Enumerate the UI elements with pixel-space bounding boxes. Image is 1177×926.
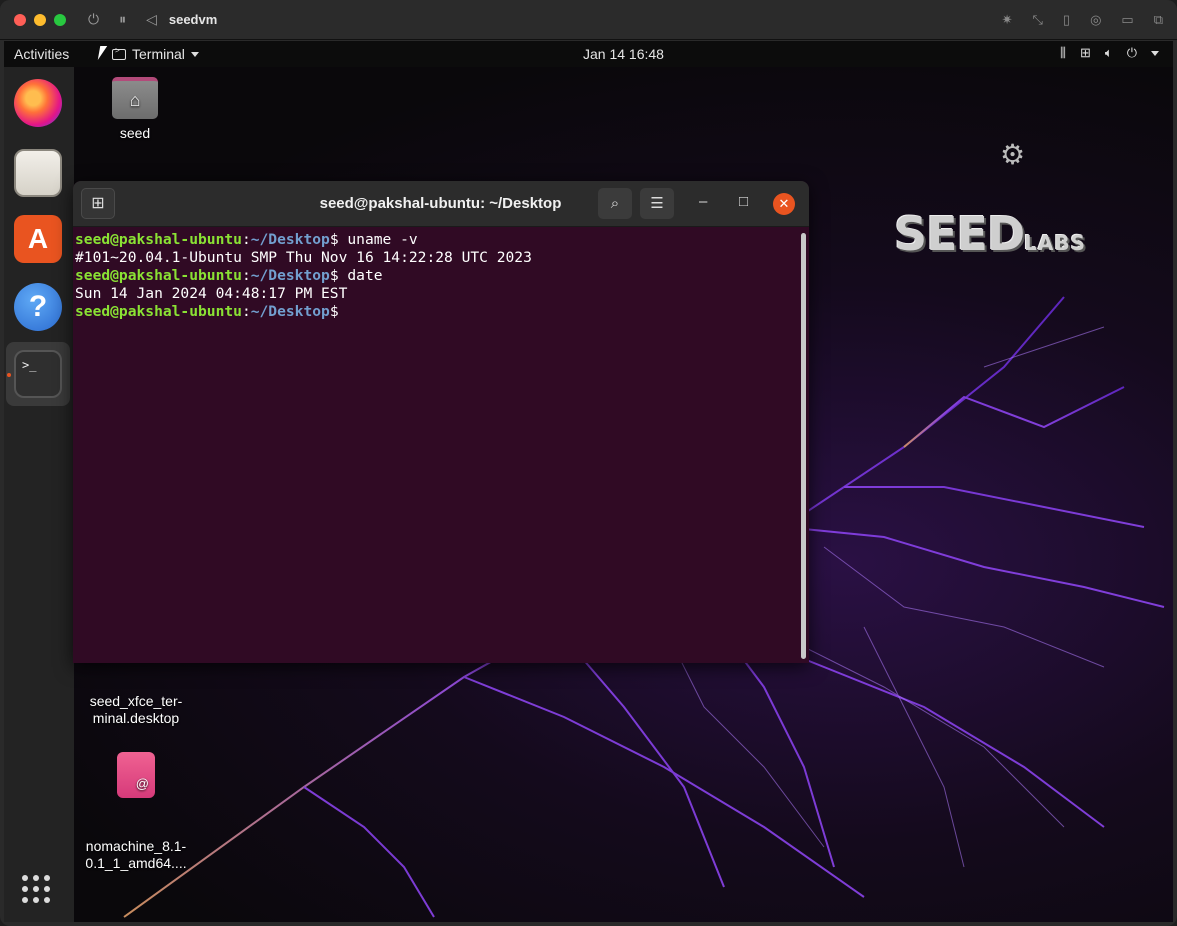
desktop-icon-nomachine[interactable]: nomachine_8.1- 0.1_1_amd64.... — [76, 718, 196, 906]
vm-title: seedvm — [168, 12, 218, 27]
desktop-icon-label: seed — [119, 125, 151, 141]
running-indicator — [7, 373, 11, 377]
minimize-window-button[interactable] — [34, 13, 46, 26]
clock[interactable]: Jan 14 16:48 — [583, 46, 664, 62]
dock: A ? >_ — [4, 67, 74, 922]
app-menu-label: Terminal — [132, 46, 185, 62]
terminal-prompt-line: seed@pakshal-ubuntu:~/Desktop$ — [75, 303, 807, 321]
vm-window: ⏻ ⏸ ◁ seedvm ✷ ⤡ ▯ ◎ ▭ ⧉ SEEDLABS ⚙ ⌂ se… — [0, 0, 1177, 926]
terminal-headerbar[interactable]: ⊞ seed@pakshal-ubuntu: ~/Desktop ⌕ ☰ – □… — [73, 181, 809, 227]
network-icon[interactable]: ◎ — [1090, 12, 1101, 28]
terminal-output-line: #101~20.04.1-Ubuntu SMP Thu Nov 16 14:22… — [75, 249, 532, 266]
gear-icon: ⚙ — [1000, 139, 1026, 170]
scrollbar[interactable] — [801, 233, 806, 659]
prompt-command: $ date — [329, 267, 383, 284]
logo-main-text: SEED — [894, 207, 1025, 261]
prompt-path: ~/Desktop — [250, 303, 330, 320]
power-icon[interactable]: ⏻ — [88, 11, 99, 28]
close-button[interactable]: ✕ — [773, 193, 795, 215]
show-applications-icon[interactable] — [22, 875, 50, 903]
vm-toolbar-right: ✷ ⤡ ▯ ◎ ▭ ⧉ — [1002, 12, 1163, 28]
usb-icon[interactable]: ▯ — [1063, 12, 1070, 28]
desktop-icon-seed[interactable]: ⌂ seed — [100, 77, 170, 141]
vm-controls: ⏻ ⏸ ◁ — [88, 11, 157, 28]
prompt-user: seed@pakshal-ubuntu — [75, 303, 242, 320]
prompt-separator: : — [241, 231, 251, 248]
power-icon: ⏻ — [1126, 45, 1137, 60]
traffic-lights — [14, 13, 66, 26]
help-icon[interactable]: ? — [14, 283, 62, 331]
menu-button[interactable]: ☰ — [640, 188, 674, 219]
prompt-separator: : — [241, 267, 251, 284]
system-tray[interactable]: ⫼ ⊞ 🔈︎ ⏻ — [1060, 45, 1159, 61]
resize-icon[interactable]: ⤡ — [1033, 12, 1043, 28]
zoom-window-button[interactable] — [54, 13, 66, 26]
home-folder-icon: ⌂ — [112, 77, 158, 119]
terminal-icon[interactable]: >_ — [14, 350, 62, 398]
chevron-down-icon — [190, 51, 199, 57]
network-icon: ⊞ — [1079, 45, 1091, 60]
brightness-icon[interactable]: ✷ — [1002, 12, 1013, 28]
volume-icon: 🔈︎ — [1104, 45, 1113, 60]
chevron-down-icon — [1151, 51, 1159, 56]
prompt-command: $ uname -v — [329, 231, 418, 248]
terminal-output-line: Sun 14 Jan 2024 04:48:17 PM EST — [75, 285, 348, 302]
software-icon[interactable]: A — [14, 215, 62, 263]
seedlabs-logo: SEEDLABS — [894, 207, 1086, 261]
terminal-prompt-line: seed@pakshal-ubuntu:~/Desktop$ date — [75, 267, 807, 285]
desktop-icon-label: nomachine_8.1- 0.1_1_amd64.... — [85, 838, 187, 871]
terminal-window[interactable]: ⊞ seed@pakshal-ubuntu: ~/Desktop ⌕ ☰ – □… — [73, 181, 809, 663]
prompt-command: $ — [329, 303, 339, 320]
prompt-path: ~/Desktop — [250, 267, 330, 284]
firefox-icon[interactable] — [14, 79, 62, 127]
terminal-title: seed@pakshal-ubuntu: ~/Desktop — [319, 195, 562, 212]
close-window-button[interactable] — [14, 13, 26, 26]
prompt-user: seed@pakshal-ubuntu — [75, 231, 242, 248]
activities-button[interactable]: Activities — [14, 46, 69, 62]
back-icon[interactable]: ◁ — [146, 11, 157, 28]
pause-icon[interactable]: ⏸ — [119, 11, 126, 28]
terminal-prompt-line: seed@pakshal-ubuntu:~/Desktop$ uname -v — [75, 231, 807, 249]
package-icon — [117, 752, 155, 798]
window-icon[interactable]: ⧉ — [1154, 12, 1163, 28]
gnome-topbar: Activities Terminal Jan 14 16:48 ⫼ ⊞ 🔈︎ … — [4, 41, 1173, 67]
logo-sub-text: LABS — [1024, 231, 1087, 255]
folder-icon[interactable]: ▭ — [1121, 12, 1133, 28]
input-method-icon[interactable]: ⫼ — [1060, 45, 1066, 61]
terminal-output[interactable]: seed@pakshal-ubuntu:~/Desktop$ uname -v #… — [73, 227, 809, 325]
prompt-path: ~/Desktop — [250, 231, 330, 248]
maximize-button[interactable]: □ — [739, 193, 748, 210]
search-button[interactable]: ⌕ — [598, 188, 632, 219]
prompt-user: seed@pakshal-ubuntu — [75, 267, 242, 284]
prompt-separator: : — [241, 303, 251, 320]
app-menu[interactable]: Terminal — [112, 46, 199, 62]
vm-titlebar: ⏻ ⏸ ◁ seedvm ✷ ⤡ ▯ ◎ ▭ ⧉ — [0, 0, 1177, 40]
terminal-icon — [112, 46, 126, 60]
minimize-button[interactable]: – — [699, 193, 707, 210]
files-icon[interactable] — [14, 149, 62, 197]
